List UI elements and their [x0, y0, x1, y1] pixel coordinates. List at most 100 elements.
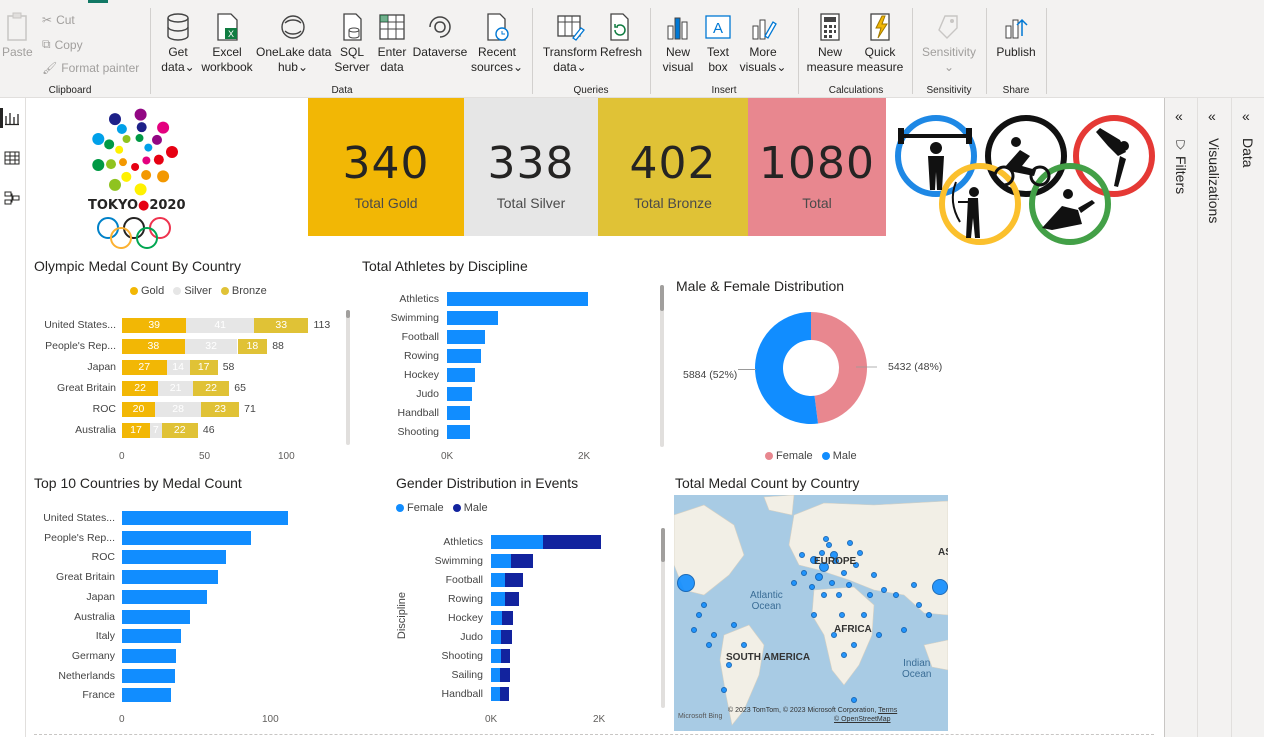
- map-bubble[interactable]: [706, 642, 712, 648]
- visualizations-pane-collapsed[interactable]: « Visualizations: [1198, 98, 1232, 737]
- scrollbar-thumb[interactable]: [660, 285, 664, 311]
- map-bubble[interactable]: [741, 642, 747, 648]
- map-bubble[interactable]: [821, 592, 827, 598]
- kpi-total[interactable]: 1080 Total: [748, 98, 886, 236]
- expand-chevron-icon[interactable]: «: [1242, 108, 1250, 124]
- medal-chart-scrollbar[interactable]: [346, 310, 350, 445]
- map-bubble[interactable]: [926, 612, 932, 618]
- bar-segment-bronze[interactable]: 23: [201, 402, 240, 417]
- publish-button[interactable]: Publish: [994, 12, 1038, 60]
- text-box-button[interactable]: A Text box: [700, 12, 736, 75]
- bar-segment-silver[interactable]: 41: [186, 318, 254, 333]
- bar-segment-female[interactable]: [491, 649, 501, 663]
- get-data-button[interactable]: Get data⌄: [158, 12, 198, 75]
- athletes-chart-scrollbar[interactable]: [660, 285, 664, 447]
- paste-button[interactable]: Paste: [2, 12, 33, 60]
- map-bubble[interactable]: [829, 580, 835, 586]
- enter-data-button[interactable]: Enter data: [374, 12, 410, 75]
- bar-segment-bronze[interactable]: 22: [192, 381, 230, 396]
- bar-segment-gold[interactable]: 17: [122, 423, 151, 438]
- dataverse-button[interactable]: Dataverse: [412, 12, 468, 60]
- map-bubble[interactable]: [871, 572, 877, 578]
- country-bar[interactable]: [122, 609, 190, 624]
- map-bubble[interactable]: [932, 579, 948, 595]
- map-bubble[interactable]: [839, 612, 845, 618]
- bar-segment-bronze[interactable]: 18: [237, 339, 268, 354]
- bar-segment-female[interactable]: [491, 687, 501, 701]
- map-bubble[interactable]: [876, 632, 882, 638]
- map-bubble[interactable]: [721, 687, 727, 693]
- map-bubble[interactable]: [841, 652, 847, 658]
- map-bubble[interactable]: [867, 592, 873, 598]
- bar-segment-bronze[interactable]: 17: [189, 360, 218, 375]
- map-bubble[interactable]: [901, 627, 907, 633]
- map-bubble[interactable]: [691, 627, 697, 633]
- map-bubble[interactable]: [696, 612, 702, 618]
- map-bubble[interactable]: [916, 602, 922, 608]
- map-bubble[interactable]: [841, 570, 847, 576]
- map-bubble[interactable]: [815, 573, 823, 581]
- athlete-bar[interactable]: [447, 311, 498, 325]
- bar-segment-gold[interactable]: 38: [122, 339, 185, 354]
- kpi-total-silver[interactable]: 338 Total Silver: [464, 98, 598, 236]
- new-visual-button[interactable]: New visual: [658, 12, 698, 75]
- map-bubble[interactable]: [911, 582, 917, 588]
- map-bubble[interactable]: [893, 592, 899, 598]
- sql-server-button[interactable]: SQL Server: [334, 12, 370, 75]
- country-bar[interactable]: [122, 511, 289, 525]
- expand-chevron-icon[interactable]: «: [1208, 108, 1216, 124]
- transform-data-button[interactable]: Transform data⌄: [540, 12, 600, 75]
- map-bubble[interactable]: [791, 580, 797, 586]
- bar-segment-gold[interactable]: 39: [122, 318, 187, 333]
- map-bubble[interactable]: [809, 584, 815, 590]
- map-bubble[interactable]: [851, 697, 857, 703]
- bar-segment-bronze[interactable]: 33: [254, 318, 309, 333]
- filters-pane-label[interactable]: Filters: [1173, 156, 1189, 194]
- bar-segment-male[interactable]: [500, 687, 510, 701]
- bar-segment-male[interactable]: [500, 649, 511, 663]
- country-bar[interactable]: [122, 668, 175, 683]
- donut-legend[interactable]: Female Male: [765, 450, 857, 462]
- map-bubble[interactable]: [677, 574, 695, 592]
- bar-segment-female[interactable]: [491, 592, 505, 606]
- medal-chart-legend[interactable]: Gold Silver Bronze: [130, 285, 267, 297]
- bar-segment-female[interactable]: [491, 630, 502, 644]
- map-bubble[interactable]: [861, 612, 867, 618]
- map-bubble[interactable]: [801, 570, 807, 576]
- visualizations-pane-label[interactable]: Visualizations: [1206, 138, 1222, 223]
- excel-workbook-button[interactable]: X Excel workbook: [200, 12, 254, 75]
- bar-segment-male[interactable]: [504, 592, 519, 606]
- country-bar[interactable]: [122, 688, 171, 703]
- map-bubble[interactable]: [881, 587, 887, 593]
- map-bubble[interactable]: [826, 542, 832, 548]
- map-bubble[interactable]: [711, 632, 717, 638]
- recent-sources-button[interactable]: Recent sources⌄: [470, 12, 524, 75]
- bar-segment-silver[interactable]: 21: [158, 381, 193, 396]
- bar-segment-male[interactable]: [505, 573, 523, 587]
- bar-segment-male[interactable]: [501, 611, 513, 625]
- onelake-data-hub-button[interactable]: OneLake data hub⌄: [256, 12, 331, 75]
- country-bar[interactable]: [122, 570, 218, 585]
- bar-segment-female[interactable]: [491, 611, 502, 625]
- donut-slice-male[interactable]: [755, 312, 819, 424]
- donut-slice-female[interactable]: [811, 312, 867, 424]
- bar-segment-bronze[interactable]: 22: [161, 423, 198, 438]
- bar-segment-silver[interactable]: 32: [184, 339, 238, 354]
- bar-segment-gold[interactable]: 22: [122, 381, 159, 396]
- events-chart-scrollbar[interactable]: [661, 528, 665, 708]
- country-bar[interactable]: [122, 589, 208, 604]
- kpi-total-bronze[interactable]: 402 Total Bronze: [598, 98, 748, 236]
- map-bubble[interactable]: [701, 602, 707, 608]
- events-chart-legend[interactable]: Female Male: [396, 502, 488, 514]
- bar-segment-female[interactable]: [491, 535, 544, 549]
- bar-segment-male[interactable]: [543, 535, 602, 549]
- athlete-bar[interactable]: [447, 330, 486, 344]
- map-bubble[interactable]: [799, 552, 805, 558]
- athlete-bar[interactable]: [447, 368, 476, 382]
- copy-button[interactable]: ⧉ Copy: [42, 37, 83, 52]
- map-bubble[interactable]: [731, 622, 737, 628]
- kpi-total-gold[interactable]: 340 Total Gold: [308, 98, 464, 236]
- map-bubble[interactable]: [823, 536, 829, 542]
- bar-segment-female[interactable]: [491, 573, 506, 587]
- map-bubble[interactable]: [811, 612, 817, 618]
